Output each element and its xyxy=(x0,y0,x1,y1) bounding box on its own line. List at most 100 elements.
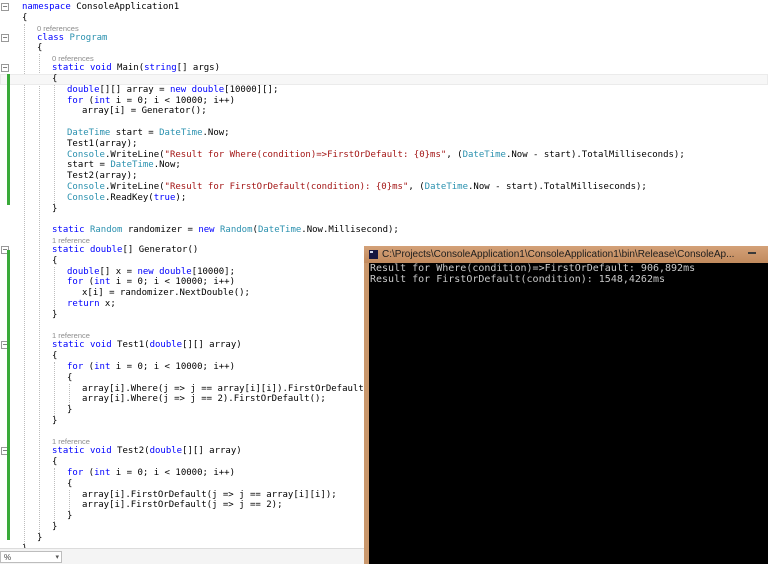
track-changes-bar xyxy=(7,250,10,540)
code-line[interactable]: static Random randomizer = new Random(Da… xyxy=(0,225,768,236)
console-title-bar[interactable]: C:\Projects\ConsoleApplication1\ConsoleA… xyxy=(364,246,768,263)
code-line[interactable] xyxy=(0,117,768,128)
code-token: { xyxy=(22,12,28,23)
code-token: Test2(array); xyxy=(67,171,138,182)
zoom-select[interactable]: % ▾ xyxy=(0,551,62,563)
code-line[interactable]: Console.WriteLine("Result for FirstOrDef… xyxy=(0,182,768,193)
code-line[interactable]: − class Program xyxy=(0,33,768,44)
codelens-references-label[interactable]: 1 reference xyxy=(52,331,90,340)
code-token: Main( xyxy=(111,63,145,74)
code-token: array[i].FirstOrDefault(j => j == array[… xyxy=(82,489,337,500)
code-token: void xyxy=(89,340,112,351)
console-output-line: Result for Where(condition)=>FirstOrDefa… xyxy=(370,263,696,274)
code-line[interactable]: { xyxy=(0,13,768,24)
code-token: void xyxy=(89,63,112,74)
code-line[interactable]: { xyxy=(0,43,768,54)
code-token: array[i].Where(j => j == 2).FirstOrDefau… xyxy=(82,394,326,405)
code-token: Console xyxy=(67,192,105,203)
code-token: [10000]; xyxy=(191,266,236,277)
code-token: { xyxy=(52,255,58,266)
code-token: } xyxy=(67,405,73,416)
code-token: start = xyxy=(110,127,160,138)
code-token: static xyxy=(52,340,85,351)
code-token: DateTime xyxy=(110,160,154,171)
code-token: string xyxy=(144,63,177,74)
code-line[interactable]: Console.ReadKey(true); xyxy=(0,193,768,204)
code-token: DateTime xyxy=(424,181,469,192)
code-token: ); xyxy=(175,192,187,203)
code-token: x[i] = randomizer.NextDouble(); xyxy=(82,288,250,299)
code-token: static xyxy=(52,244,85,255)
console-window[interactable]: C:\Projects\ConsoleApplication1\ConsoleA… xyxy=(364,246,768,564)
code-token: .ReadKey( xyxy=(104,192,154,203)
code-token: Test1(array); xyxy=(67,138,138,149)
code-token: Test1( xyxy=(111,340,150,351)
code-token: new xyxy=(137,266,154,277)
codelens-references-label[interactable]: 1 reference xyxy=(52,437,90,446)
code-line[interactable]: Test1(array); xyxy=(0,139,768,150)
code-line[interactable]: − namespace ConsoleApplication1 xyxy=(0,2,768,13)
code-token: } xyxy=(52,415,58,426)
code-token: void xyxy=(89,446,112,457)
code-token: [] x = xyxy=(99,266,138,277)
code-token: } xyxy=(67,511,73,522)
code-token: .WriteLine( xyxy=(104,181,165,192)
zoom-value: % xyxy=(4,553,12,562)
code-line[interactable]: start = DateTime.Now; xyxy=(0,160,768,171)
code-token: int xyxy=(94,468,111,479)
code-token: array[i].Where(j => j == array[i][i]).Fi… xyxy=(82,383,381,394)
codelens-references-label[interactable]: 0 references xyxy=(37,24,79,33)
codelens-references-label[interactable]: 0 references xyxy=(52,54,94,63)
code-token: [][] array = xyxy=(99,84,170,95)
code-token: } xyxy=(37,532,43,543)
code-token: new xyxy=(169,84,187,95)
collapse-minus-icon[interactable]: − xyxy=(1,64,9,73)
code-token: .Now - start).TotalMilliseconds); xyxy=(505,149,685,160)
chevron-down-icon[interactable]: ▾ xyxy=(55,553,59,561)
collapse-minus-icon[interactable]: − xyxy=(1,3,9,11)
code-line[interactable]: for (int i = 0; i < 10000; i++) xyxy=(0,96,768,107)
code-line[interactable]: array[i] = Generator(); xyxy=(0,106,768,117)
code-token: Console xyxy=(67,149,105,160)
codelens-line[interactable]: 0 references xyxy=(0,54,768,63)
code-line[interactable]: − static void Main(string[] args) xyxy=(0,63,768,74)
code-token: ( xyxy=(83,468,95,479)
code-line[interactable]: DateTime start = DateTime.Now; xyxy=(0,128,768,139)
code-token: { xyxy=(52,73,58,84)
code-line[interactable]: { xyxy=(0,73,768,85)
code-token: ( xyxy=(83,277,95,288)
code-token: DateTime xyxy=(257,225,302,236)
code-token: double xyxy=(67,84,100,95)
code-token: Console xyxy=(67,181,105,192)
code-token: { xyxy=(52,457,58,468)
code-line[interactable]: double[][] array = new double[10000][]; xyxy=(0,85,768,96)
code-line[interactable]: } xyxy=(0,204,768,215)
code-token: static xyxy=(52,225,85,236)
console-app-icon xyxy=(369,250,378,259)
codelens-line[interactable]: 1 reference xyxy=(0,236,768,245)
code-token: int xyxy=(94,95,111,106)
code-token: { xyxy=(67,478,73,489)
code-token: [][] array) xyxy=(182,446,242,457)
code-token: for xyxy=(67,468,84,479)
code-token: for xyxy=(67,277,84,288)
code-token: , ( xyxy=(408,181,425,192)
codelens-line[interactable]: 0 references xyxy=(0,24,768,33)
codelens-references-label[interactable]: 1 reference xyxy=(52,236,90,245)
code-line[interactable] xyxy=(0,214,768,225)
code-token: namespace xyxy=(22,2,71,12)
code-token: start = xyxy=(67,160,111,171)
code-token: i = 0; i < 10000; i++) xyxy=(110,277,235,288)
track-changes-bar xyxy=(7,74,10,205)
code-line[interactable]: Test2(array); xyxy=(0,171,768,182)
code-token: Program xyxy=(69,32,108,43)
collapse-minus-icon[interactable]: − xyxy=(1,33,9,42)
console-output-line: Result for FirstOrDefault(condition): 15… xyxy=(370,273,666,285)
minimize-button[interactable] xyxy=(748,252,756,254)
code-line[interactable]: Console.WriteLine("Result for Where(cond… xyxy=(0,150,768,161)
code-token: double xyxy=(67,266,100,277)
code-token: double xyxy=(149,340,183,351)
code-token: randomizer = xyxy=(122,225,199,236)
code-token: return xyxy=(67,298,100,309)
code-token: i = 0; i < 10000; i++) xyxy=(110,468,235,479)
